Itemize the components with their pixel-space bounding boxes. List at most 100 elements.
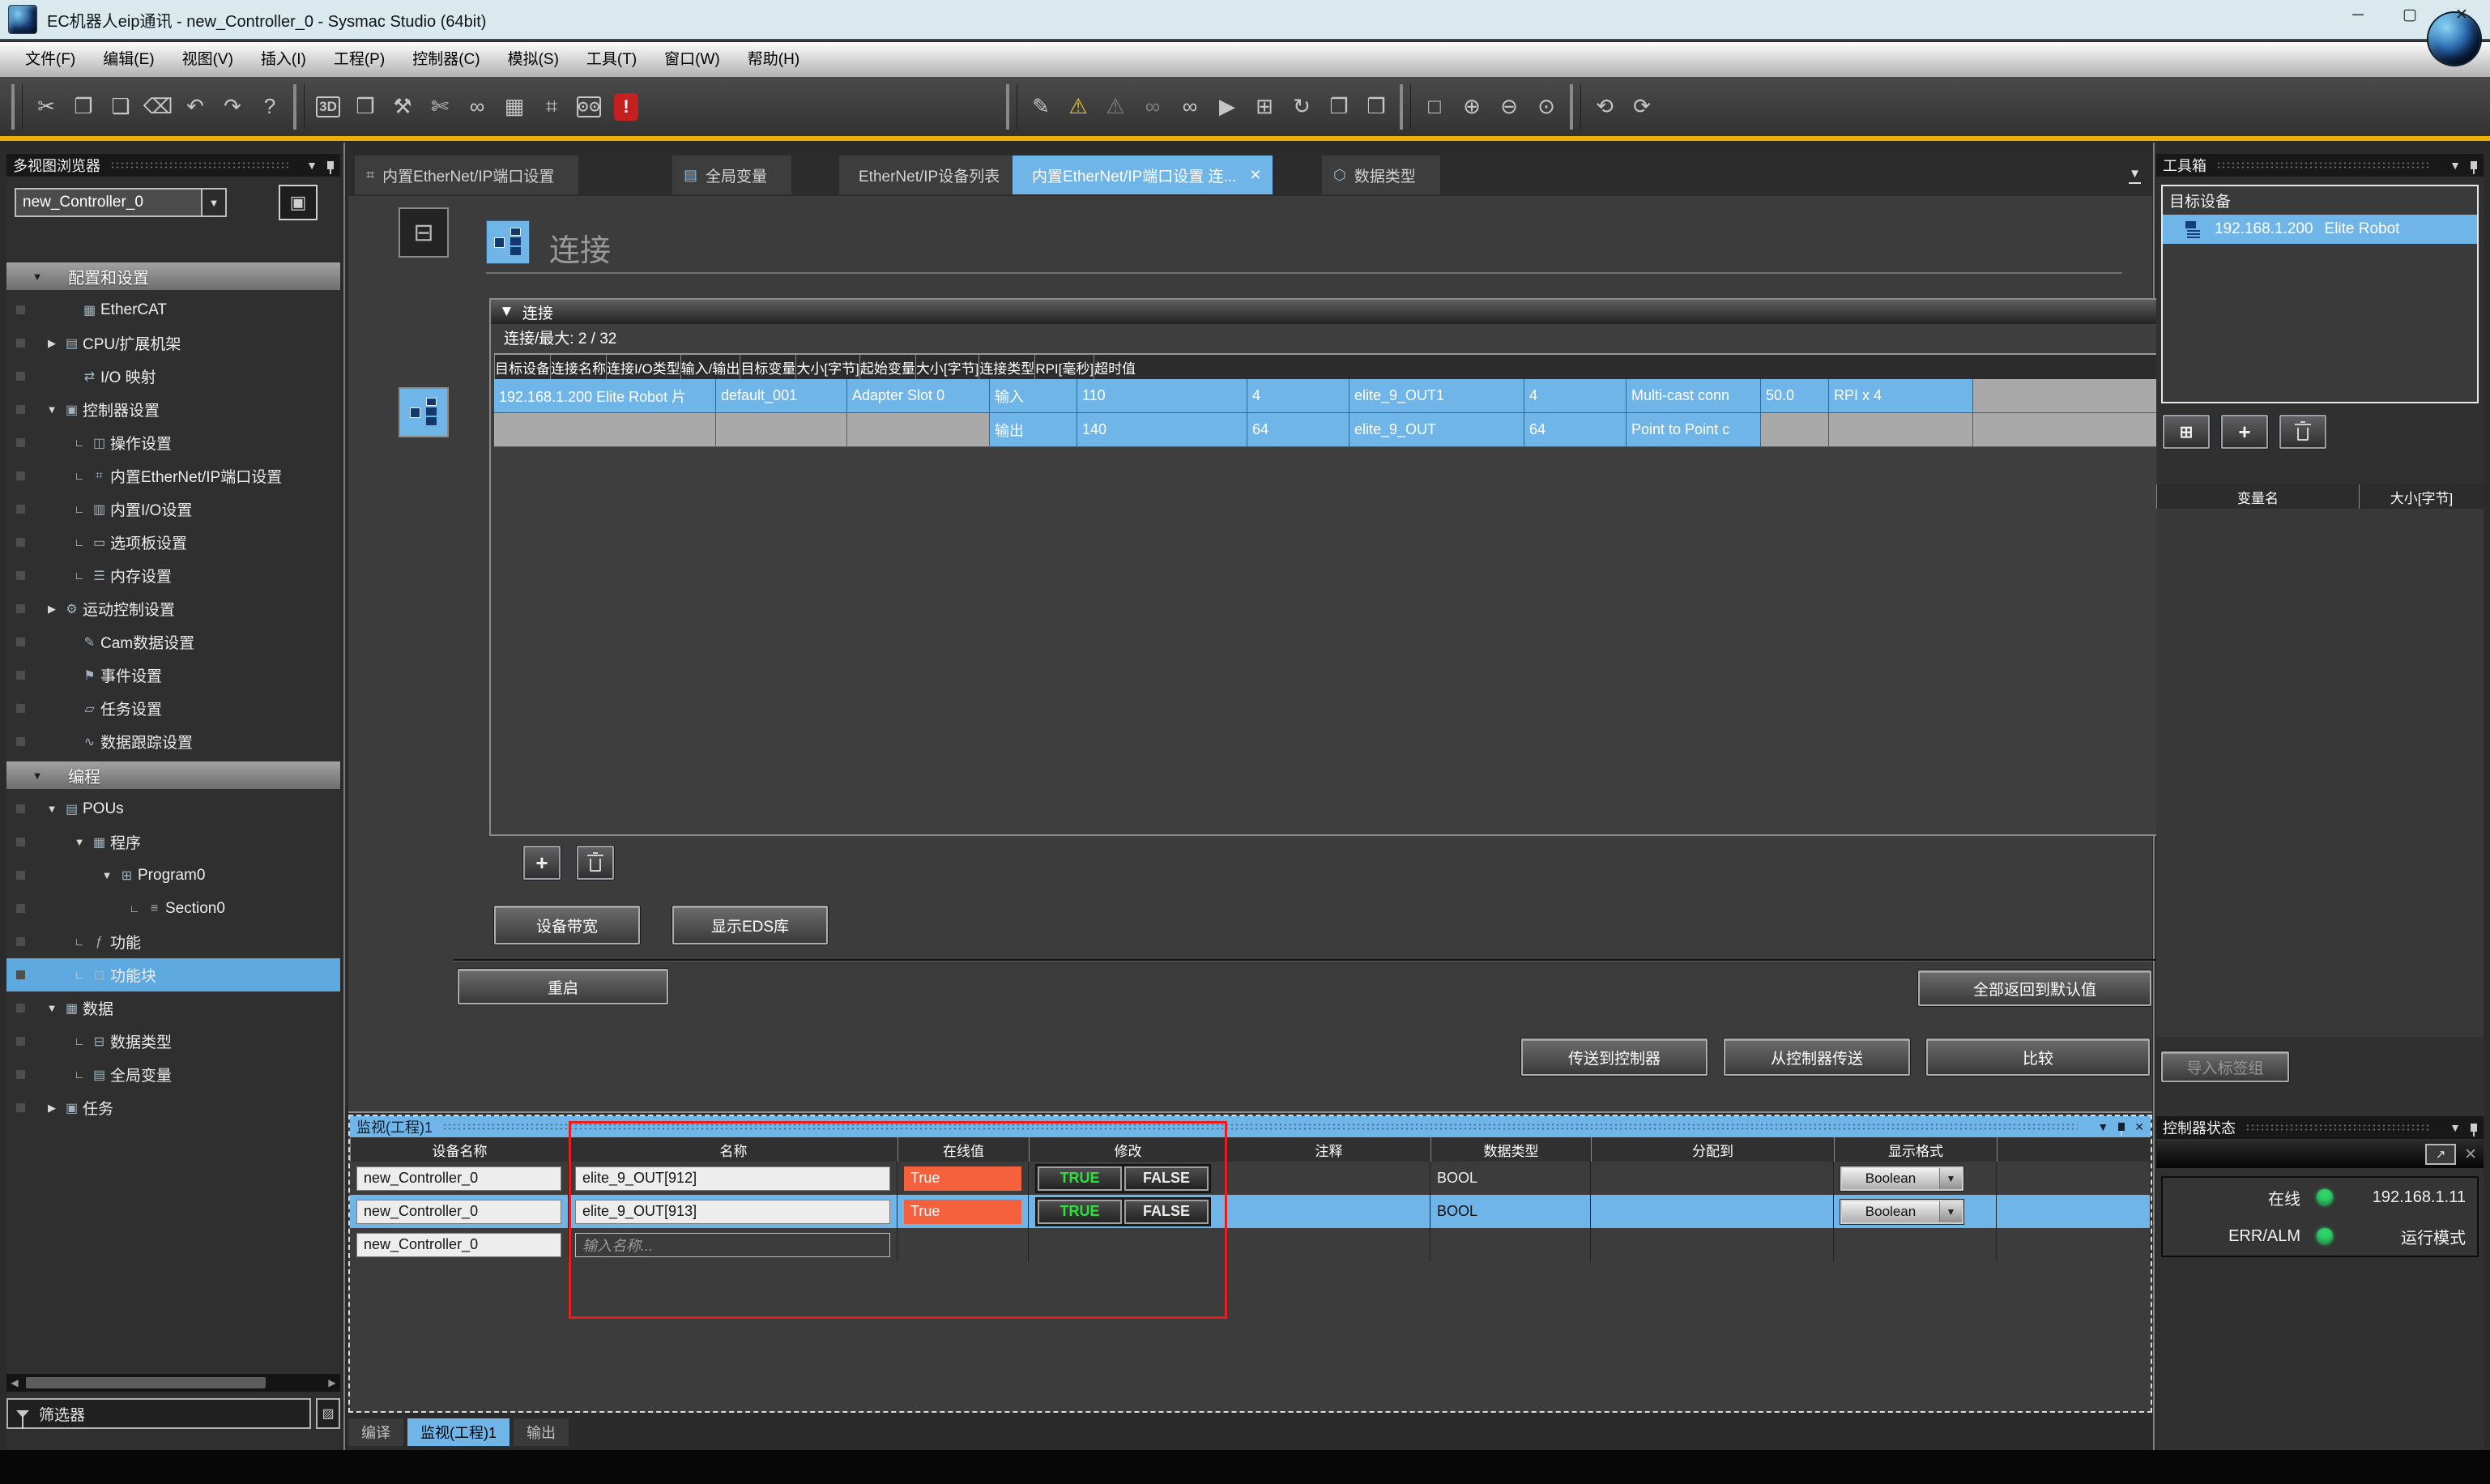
menu-view[interactable]: 视图(V)	[168, 42, 247, 77]
cut-icon[interactable]: ✂	[28, 87, 65, 126]
display-format-select[interactable]: Boolean▼	[1840, 1166, 1963, 1191]
tree-item[interactable]: ✎ Cam数据设置	[6, 625, 340, 659]
tree-expand-icon[interactable]: ∟	[70, 503, 88, 515]
build-icon[interactable]: ⚒	[384, 87, 421, 126]
restart-button[interactable]: 重启	[458, 969, 668, 1004]
window-layout-icon[interactable]: ❒	[347, 87, 384, 126]
column-header[interactable]: 超时值	[1094, 355, 1136, 379]
toolbar-space[interactable]	[645, 103, 1001, 111]
transfer-from-controller-button[interactable]: 从控制器传送	[1724, 1038, 1910, 1076]
scrollbar-thumb[interactable]	[26, 1377, 266, 1388]
cell-rpi[interactable]	[1761, 413, 1829, 447]
tree-expand-icon[interactable]: ∟	[70, 936, 88, 948]
sync-right-icon[interactable]: ⟳	[1623, 87, 1661, 126]
tab-watch-project-1[interactable]: 监视(工程)1	[407, 1418, 510, 1446]
sync-left-icon[interactable]: ⟲	[1586, 87, 1623, 126]
help-icon[interactable]: ?	[251, 87, 288, 126]
import-tag-set-button[interactable]: 导入标签组	[2161, 1051, 2289, 1082]
tree-expand-icon[interactable]: ▼	[98, 869, 116, 881]
zoom-in-icon[interactable]: ⊕	[1453, 87, 1490, 126]
tree-item[interactable]: ∟ ⊡ 功能块	[6, 958, 340, 991]
tree-item[interactable]: ▼ ▦ 数据	[6, 991, 340, 1025]
cell-direction[interactable]: 输入	[990, 379, 1077, 413]
cell-target-device[interactable]: 192.168.1.200 Elite Robot 片	[494, 379, 716, 413]
redo-icon[interactable]: ↷	[214, 87, 251, 126]
connection-settings-tile[interactable]	[399, 387, 449, 437]
force-refresh-icon[interactable]: ∞	[1171, 87, 1209, 126]
tree-expand-icon[interactable]: ▶	[43, 337, 61, 350]
tab-eip-device-list[interactable]: EtherNet/IP设备列表	[839, 156, 1024, 194]
io-map-icon[interactable]: ⌗	[533, 87, 570, 126]
reset-all-to-default-button[interactable]: 全部返回到默认值	[1918, 970, 2151, 1006]
column-header[interactable]: 目标设备	[494, 355, 550, 379]
tab-close-icon[interactable]: ✕	[1249, 167, 1261, 184]
cell-connection-type[interactable]: Multi-cast conn	[1627, 379, 1761, 413]
tree-expand-icon[interactable]: ∟	[70, 569, 88, 582]
delete-device-button[interactable]	[2279, 415, 2326, 449]
menu-tools[interactable]: 工具(T)	[573, 42, 650, 77]
tree-expand-icon[interactable]: ∟	[70, 437, 88, 449]
tree-item[interactable]: ∟ ▭ 选项板设置	[6, 526, 340, 559]
chevron-down-icon[interactable]: ▼	[1939, 1201, 1962, 1222]
set-true-button[interactable]: TRUE	[1038, 1166, 1122, 1191]
window-b-icon[interactable]: ❒	[1358, 87, 1395, 126]
menu-controller[interactable]: 控制器(C)	[399, 42, 493, 77]
column-header[interactable]: 目标变量	[740, 355, 795, 379]
tab-build-output[interactable]: 编译	[348, 1418, 403, 1446]
column-header[interactable]: 在线值	[898, 1137, 1029, 1162]
assigned-cell[interactable]	[1591, 1195, 1834, 1228]
delete-connection-button[interactable]	[577, 846, 614, 880]
variable-name-cell[interactable]: elite_9_OUT[912]	[575, 1166, 890, 1191]
copy-icon[interactable]: ❐	[65, 87, 102, 126]
cell-target-device[interactable]	[494, 413, 716, 447]
tree-expand-icon[interactable]: ▶	[43, 603, 61, 616]
menu-help[interactable]: 帮助(H)	[734, 42, 813, 77]
cell-target-variable[interactable]: 140	[1077, 413, 1247, 447]
chevron-down-icon[interactable]: ▼	[2449, 1121, 2461, 1134]
scroll-right-icon[interactable]: ▶	[324, 1377, 340, 1388]
filter-expand-button[interactable]: ▨	[316, 1398, 340, 1429]
set-false-button[interactable]: FALSE	[1124, 1200, 1209, 1224]
cell-origin-variable[interactable]: elite_9_OUT1	[1349, 379, 1524, 413]
controller-select[interactable]: new_Controller_0 ▼	[15, 188, 227, 217]
tree-expand-icon[interactable]: ▼	[43, 403, 61, 416]
device-bandwidth-button[interactable]: 设备带宽	[494, 906, 640, 945]
menu-window[interactable]: 窗口(W)	[650, 42, 734, 77]
tree-item[interactable]: ∟ ⊟ 数据类型	[6, 1025, 340, 1058]
menu-project[interactable]: 工程(P)	[320, 42, 399, 77]
tree-item[interactable]: ▼ 配置和设置	[6, 262, 340, 290]
column-header[interactable]: 注释	[1226, 1137, 1430, 1162]
column-header[interactable]: 大小[字节]	[915, 355, 979, 379]
tab-global-variables[interactable]: ▤ 全局变量	[672, 156, 791, 194]
explorer-hscrollbar[interactable]: ◀ ▶	[6, 1374, 340, 1392]
register-device-button[interactable]: ⊞	[2163, 415, 2210, 449]
toolbar-grip[interactable]	[11, 84, 23, 130]
compare-button[interactable]: 比较	[1926, 1038, 2150, 1076]
pin-icon[interactable]	[2118, 1123, 2125, 1131]
connection-section-header[interactable]: ▼ 连接	[491, 300, 2177, 324]
minimize-button[interactable]: ─	[2336, 3, 2380, 28]
variable-name-cell[interactable]: elite_9_OUT[913]	[575, 1200, 890, 1224]
cell-size2[interactable]: 4	[1524, 379, 1627, 413]
cell-size2[interactable]: 64	[1524, 413, 1627, 447]
maximize-button[interactable]: ▢	[2388, 3, 2432, 28]
reset-loop-icon[interactable]: ↻	[1283, 87, 1320, 126]
view-3d-icon[interactable]: 3D	[316, 96, 340, 117]
filter-input[interactable]: 筛选器	[6, 1398, 311, 1429]
tree-item[interactable]: ⇄ I/O 映射	[6, 360, 340, 393]
chevron-down-icon[interactable]: ▼	[2449, 159, 2461, 172]
cell-direction[interactable]: 输出	[990, 413, 1077, 447]
assigned-cell[interactable]	[1591, 1162, 1834, 1195]
warning-enable-icon[interactable]: ⚠	[1060, 87, 1097, 126]
cell-connection-type[interactable]: Point to Point c	[1627, 413, 1761, 447]
chevron-down-icon[interactable]: ▼	[2097, 1120, 2108, 1133]
tab-builtin-eip-connection[interactable]: 内置EtherNet/IP端口设置 连... ✕	[1013, 156, 1273, 194]
connection-row-input[interactable]: 192.168.1.200 Elite Robot 片 default_001 …	[494, 379, 2176, 413]
device-name-cell[interactable]: new_Controller_0	[356, 1233, 561, 1257]
show-eds-library-button[interactable]: 显示EDS库	[672, 906, 828, 945]
column-header[interactable]: 变量名	[2156, 484, 2359, 509]
tree-item[interactable]: ▶ ▤ CPU/扩展机架	[6, 326, 340, 360]
tree-expand-icon[interactable]: ∟	[70, 1035, 88, 1047]
cell-size[interactable]: 64	[1247, 413, 1349, 447]
menu-file[interactable]: 文件(F)	[11, 42, 89, 77]
